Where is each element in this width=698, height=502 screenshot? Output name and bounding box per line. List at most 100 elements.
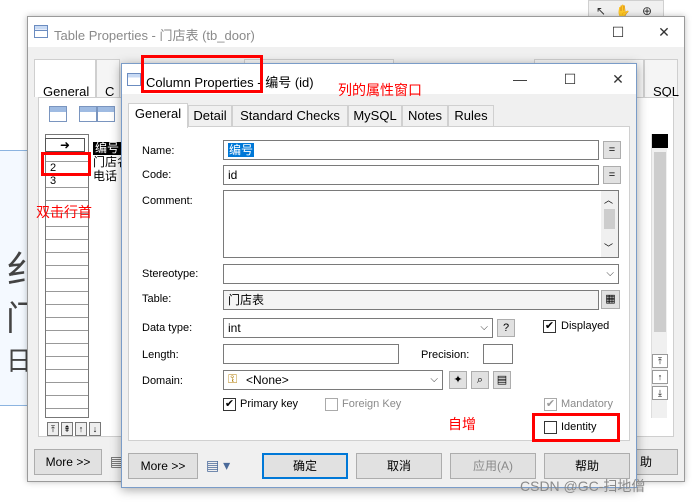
scrollbar-thumb[interactable] bbox=[604, 209, 615, 229]
move-up-icon[interactable]: ↑ bbox=[75, 422, 87, 436]
domain-properties-icon[interactable]: ▤ bbox=[493, 371, 511, 389]
column-row-name[interactable]: 电话 bbox=[93, 170, 117, 183]
row-number[interactable]: 3 bbox=[46, 175, 88, 188]
length-label: Length: bbox=[142, 349, 179, 361]
watermark: CSDN @GC-扫地僧 bbox=[520, 478, 646, 494]
displayed-label: Displayed bbox=[561, 320, 610, 332]
move-up-page-icon[interactable]: ⇞ bbox=[61, 422, 73, 436]
move-top-icon[interactable]: ⤒ bbox=[47, 422, 59, 436]
column-row-name[interactable]: 编号 bbox=[93, 142, 122, 155]
row-number[interactable] bbox=[46, 331, 88, 344]
chevron-down-icon[interactable]: ﹀ bbox=[604, 241, 613, 254]
row-header-column: 2 3 bbox=[45, 134, 89, 418]
tab-rules[interactable]: Rules bbox=[448, 105, 494, 127]
data-type-value: int bbox=[228, 321, 241, 335]
row-number[interactable] bbox=[46, 227, 88, 240]
row-arrow-icon[interactable]: ➜ bbox=[45, 138, 85, 152]
scroll-header bbox=[652, 134, 668, 148]
name-input[interactable]: 编号 bbox=[223, 140, 599, 160]
name-code-sync-button[interactable]: = bbox=[603, 141, 621, 159]
annotation-column-window: 列的属性窗口 bbox=[338, 82, 422, 98]
annotation-double-click: 双击行首 bbox=[36, 204, 92, 220]
more-button[interactable]: More >> bbox=[128, 453, 198, 479]
row-number[interactable] bbox=[46, 279, 88, 292]
row-number[interactable] bbox=[46, 253, 88, 266]
data-type-help-button[interactable]: ? bbox=[497, 319, 515, 337]
mandatory-checkbox[interactable]: ✔ bbox=[544, 398, 557, 411]
move-down-icon[interactable]: ↓ bbox=[89, 422, 101, 436]
domain-select[interactable]: <None> ⌵ bbox=[223, 370, 443, 390]
code-input[interactable]: id bbox=[223, 165, 599, 185]
table-properties-icon[interactable]: ▦ bbox=[601, 290, 620, 309]
stereotype-label: Stereotype: bbox=[142, 268, 199, 280]
stereotype-select[interactable]: ⌵ bbox=[223, 264, 619, 284]
chevron-down-icon: ⌵ bbox=[480, 322, 488, 333]
scrollbar-thumb[interactable] bbox=[654, 152, 666, 332]
comment-scrollbar[interactable]: ︿ ﹀ bbox=[601, 191, 618, 257]
length-input[interactable] bbox=[223, 344, 399, 364]
chevron-down-icon: ⌵ bbox=[606, 268, 614, 279]
tab-general[interactable]: General bbox=[128, 103, 188, 128]
general-tab-panel: Name: 编号 = Code: id = Comment: ︿ ﹀ Stere… bbox=[128, 126, 630, 441]
scroll-up-icon[interactable]: ↑ bbox=[652, 370, 668, 384]
table-input[interactable]: 门店表 bbox=[223, 290, 599, 310]
chevron-down-icon: ⌵ bbox=[430, 374, 438, 385]
minimize-icon[interactable]: — bbox=[510, 70, 530, 88]
code-sync-button[interactable]: = bbox=[603, 166, 621, 184]
row-number[interactable] bbox=[46, 266, 88, 279]
foreign-key-checkbox[interactable] bbox=[325, 398, 338, 411]
annotation-box-row-header bbox=[41, 152, 91, 176]
close-icon[interactable]: ✕ bbox=[608, 70, 628, 88]
table-icon bbox=[34, 25, 48, 38]
row-number[interactable] bbox=[46, 396, 88, 409]
primary-key-checkbox[interactable]: ✔ bbox=[223, 398, 236, 411]
row-move-buttons: ⤒ ⇞ ↑ ↓ bbox=[47, 422, 125, 436]
scroll-end-icon[interactable]: ⤓ bbox=[652, 386, 668, 400]
tab-columns[interactable]: C bbox=[96, 59, 120, 99]
cancel-button[interactable]: 取消 bbox=[356, 453, 442, 479]
scroll-top-icon[interactable]: ⤒ bbox=[652, 354, 668, 368]
menu-icon[interactable]: ▤ ▾ bbox=[206, 457, 236, 475]
row-number[interactable] bbox=[46, 370, 88, 383]
displayed-checkbox[interactable]: ✔ bbox=[543, 320, 556, 333]
precision-input[interactable] bbox=[483, 344, 513, 364]
column-icon bbox=[127, 73, 141, 86]
row-number[interactable] bbox=[46, 292, 88, 305]
comment-label: Comment: bbox=[142, 195, 193, 207]
row-number[interactable] bbox=[46, 188, 88, 201]
vertical-scrollbar[interactable]: ⤒ ↑ ⤓ bbox=[651, 134, 668, 418]
new-domain-icon[interactable]: ✦ bbox=[449, 371, 467, 389]
maximize-icon[interactable]: ☐ bbox=[560, 70, 580, 88]
tab-notes[interactable]: Notes bbox=[402, 105, 448, 127]
diagram-table-symbol[interactable]: 纟 门 日 bbox=[0, 150, 44, 406]
maximize-icon[interactable]: ☐ bbox=[608, 23, 628, 41]
annotation-box-identity bbox=[532, 413, 620, 442]
tab-sql[interactable]: SQL bbox=[644, 59, 679, 99]
tab-general[interactable]: General bbox=[34, 59, 96, 99]
domain-label: Domain: bbox=[142, 375, 183, 387]
row-number[interactable] bbox=[46, 357, 88, 370]
table-properties-title: Table Properties - 门店表 (tb_door) bbox=[54, 28, 255, 43]
row-number[interactable] bbox=[46, 344, 88, 357]
table-properties-titlebar[interactable]: Table Properties - 门店表 (tb_door) ☐ ✕ bbox=[28, 17, 684, 47]
data-type-select[interactable]: int ⌵ bbox=[223, 318, 493, 338]
find-domain-icon[interactable]: ⌕ bbox=[471, 371, 489, 389]
close-icon[interactable]: ✕ bbox=[654, 23, 674, 41]
comment-textarea[interactable] bbox=[223, 190, 619, 258]
table-more-button[interactable]: More >> bbox=[34, 449, 102, 475]
chevron-up-icon[interactable]: ︿ bbox=[604, 193, 613, 206]
row-number[interactable] bbox=[46, 305, 88, 318]
tab-standard-checks[interactable]: Standard Checks bbox=[232, 105, 348, 127]
properties-icon[interactable] bbox=[49, 106, 67, 122]
row-number[interactable] bbox=[46, 240, 88, 253]
add-row-icon[interactable] bbox=[97, 106, 115, 122]
tab-detail[interactable]: Detail bbox=[188, 105, 232, 127]
ok-button[interactable]: 确定 bbox=[262, 453, 348, 479]
precision-label: Precision: bbox=[421, 349, 470, 361]
insert-row-icon[interactable] bbox=[79, 106, 97, 122]
tab-mysql[interactable]: MySQL bbox=[348, 105, 402, 127]
row-number[interactable] bbox=[46, 383, 88, 396]
annotation-auto-increment: 自增 bbox=[448, 416, 476, 432]
row-number[interactable] bbox=[46, 318, 88, 331]
foreign-key-label: Foreign Key bbox=[342, 398, 402, 410]
